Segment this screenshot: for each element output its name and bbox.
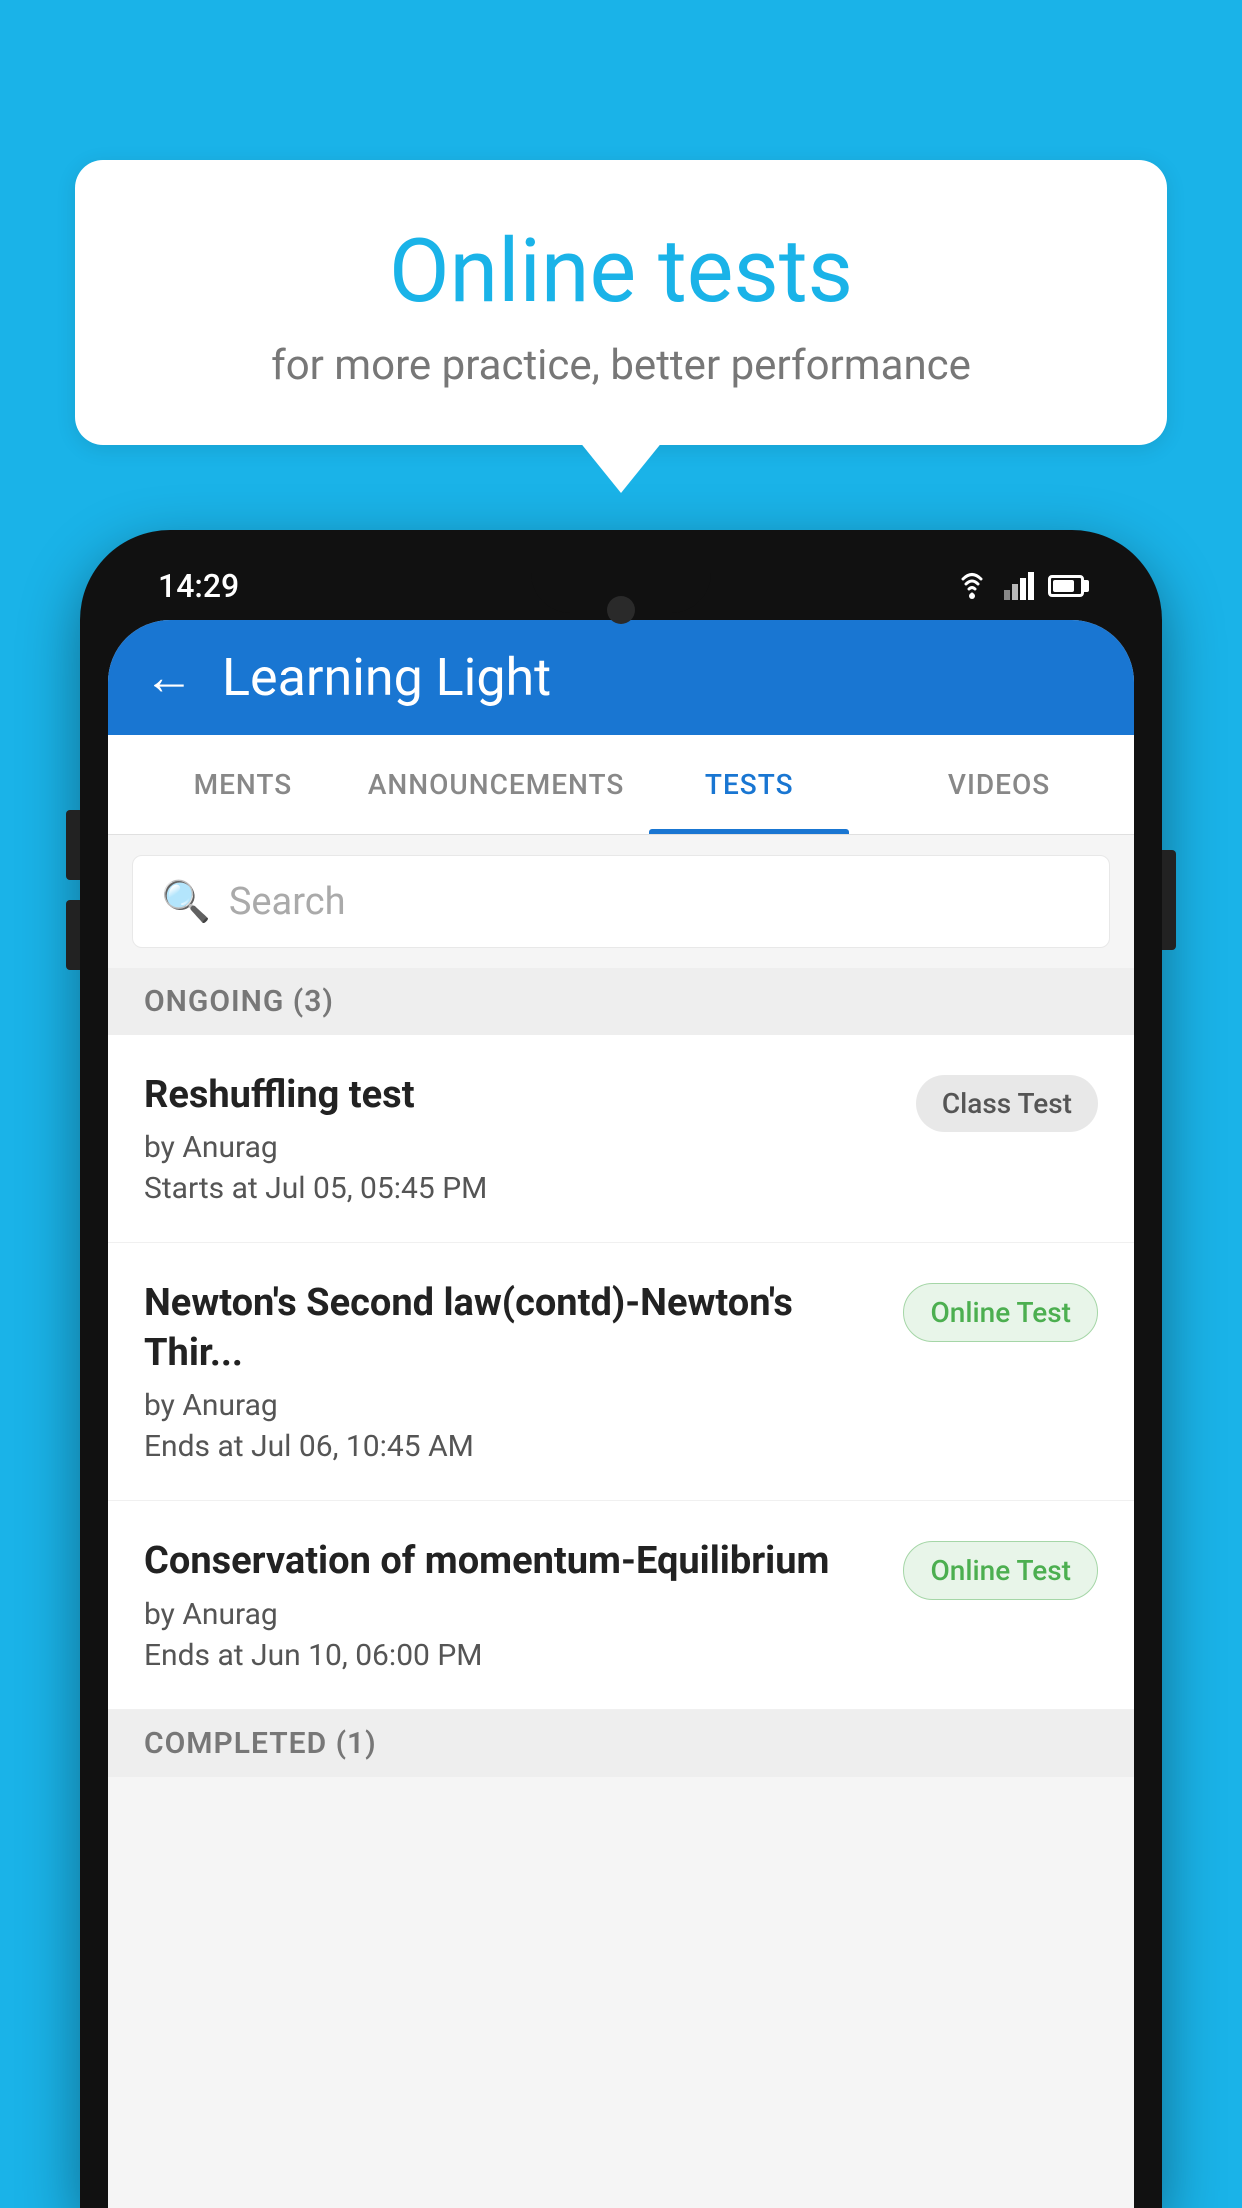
test-item-reshuffling[interactable]: Reshuffling test by Anurag Starts at Jul…: [108, 1035, 1134, 1243]
test-item-conservation[interactable]: Conservation of momentum-Equilibrium by …: [108, 1501, 1134, 1709]
test-item-newton[interactable]: Newton's Second law(contd)-Newton's Thir…: [108, 1243, 1134, 1501]
volume-down-button[interactable]: [66, 900, 80, 970]
phone-notch: [531, 558, 711, 613]
tab-videos[interactable]: VIDEOS: [874, 735, 1124, 834]
camera-icon: [607, 596, 635, 624]
search-bar[interactable]: 🔍 Search: [132, 855, 1110, 948]
ongoing-section-header: ONGOING (3): [108, 968, 1134, 1035]
test-list: Reshuffling test by Anurag Starts at Jul…: [108, 1035, 1134, 1710]
phone-screen: ← Learning Light MENTS ANNOUNCEMENTS TES…: [108, 620, 1134, 2208]
status-icons: [954, 572, 1084, 600]
speech-bubble: Online tests for more practice, better p…: [75, 160, 1167, 445]
wifi-icon: [954, 572, 990, 600]
signal-icon: [1004, 572, 1034, 600]
phone-frame: 14:29 ← Learning Light: [80, 530, 1162, 2208]
tab-ments[interactable]: MENTS: [118, 735, 368, 834]
app-title: Learning Light: [222, 647, 551, 708]
tab-bar: MENTS ANNOUNCEMENTS TESTS VIDEOS: [108, 735, 1134, 835]
status-time: 14:29: [158, 567, 239, 605]
bubble-title: Online tests: [125, 220, 1117, 323]
test-badge-online-conservation: Online Test: [903, 1541, 1098, 1600]
search-icon: 🔍: [161, 878, 211, 925]
battery-icon: [1048, 575, 1084, 597]
tab-announcements[interactable]: ANNOUNCEMENTS: [368, 735, 624, 834]
tab-tests[interactable]: TESTS: [624, 735, 874, 834]
test-name-newton: Newton's Second law(contd)-Newton's Thir…: [144, 1279, 883, 1378]
bubble-subtitle: for more practice, better performance: [125, 341, 1117, 390]
test-time-reshuffling: Starts at Jul 05, 05:45 PM: [144, 1171, 896, 1206]
app-header: ← Learning Light: [108, 620, 1134, 735]
test-item-content-conservation: Conservation of momentum-Equilibrium by …: [144, 1537, 883, 1672]
ongoing-title: ONGOING (3): [144, 984, 334, 1019]
test-item-content: Reshuffling test by Anurag Starts at Jul…: [144, 1071, 896, 1206]
test-author-newton: by Anurag: [144, 1388, 883, 1423]
test-time-newton: Ends at Jul 06, 10:45 AM: [144, 1429, 883, 1464]
completed-title: COMPLETED (1): [144, 1726, 377, 1761]
test-time-conservation: Ends at Jun 10, 06:00 PM: [144, 1638, 883, 1673]
test-author-reshuffling: by Anurag: [144, 1130, 896, 1165]
test-name-conservation: Conservation of momentum-Equilibrium: [144, 1537, 883, 1586]
test-name-reshuffling: Reshuffling test: [144, 1071, 896, 1120]
test-badge-class: Class Test: [916, 1075, 1098, 1132]
test-item-content-newton: Newton's Second law(contd)-Newton's Thir…: [144, 1279, 883, 1464]
search-input[interactable]: Search: [229, 880, 346, 924]
back-button[interactable]: ←: [144, 648, 194, 707]
test-badge-online-newton: Online Test: [903, 1283, 1098, 1342]
test-author-conservation: by Anurag: [144, 1597, 883, 1632]
volume-up-button[interactable]: [66, 810, 80, 880]
power-button[interactable]: [1162, 850, 1176, 950]
completed-section-header: COMPLETED (1): [108, 1710, 1134, 1777]
